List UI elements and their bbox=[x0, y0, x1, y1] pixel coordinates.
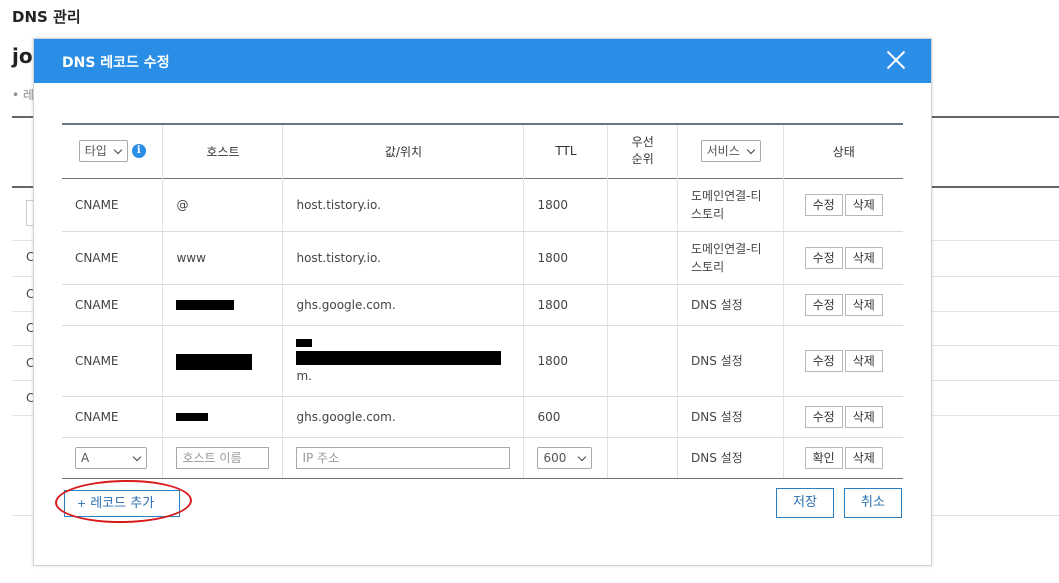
confirm-button[interactable]: 확인 bbox=[804, 446, 843, 469]
page-bullet: • 레 bbox=[12, 88, 34, 102]
delete-button[interactable]: 삭제 bbox=[844, 349, 883, 372]
redacted-host bbox=[176, 412, 209, 421]
ip-address-input[interactable]: IP 주소 bbox=[296, 446, 511, 469]
edit-button[interactable]: 수정 bbox=[804, 293, 843, 316]
service-filter-select[interactable]: 서비스 bbox=[700, 140, 761, 163]
record-value: m. bbox=[282, 325, 524, 397]
edit-button[interactable]: 수정 bbox=[804, 246, 843, 269]
add-record-label: 레코드 추가 bbox=[90, 496, 155, 511]
record-type: CNAME bbox=[62, 284, 163, 326]
record-host bbox=[162, 325, 283, 397]
cancel-button[interactable]: 취소 bbox=[844, 488, 902, 518]
redacted-value bbox=[296, 338, 313, 347]
new-record-value-cell: IP 주소 bbox=[282, 437, 524, 479]
record-actions: 수정 삭제 bbox=[783, 325, 903, 397]
dns-record-table: 타입 i 호스트 값/위치 TTL 우선 순위 서비스 상태 CNAME @ ho… bbox=[62, 123, 903, 479]
record-type: CNAME bbox=[62, 325, 163, 397]
edit-button[interactable]: 수정 bbox=[804, 349, 843, 372]
record-host: @ bbox=[162, 178, 283, 232]
table-header-row: 타입 i 호스트 값/위치 TTL 우선 순위 서비스 상태 bbox=[62, 124, 903, 178]
table-row: CNAME www host.tistory.io. 1800 도메인연결-티 … bbox=[62, 231, 903, 285]
domain-name: jo bbox=[12, 44, 33, 68]
host-name-input[interactable]: 호스트 이름 bbox=[176, 446, 270, 469]
record-actions: 수정 삭제 bbox=[783, 284, 903, 326]
record-actions: 수정 삭제 bbox=[783, 178, 903, 232]
column-type: 타입 i bbox=[62, 124, 163, 178]
new-record-type-cell: A bbox=[62, 437, 163, 479]
table-row: CNAME m. 1800 DNS 설정 수정 삭제 bbox=[62, 325, 903, 397]
record-type: CNAME bbox=[62, 178, 163, 232]
record-priority bbox=[607, 325, 678, 397]
new-record-row: A 호스트 이름 IP 주소 600 DNS 설정 확인 삭제 bbox=[62, 437, 903, 479]
record-service: DNS 설정 bbox=[676, 284, 784, 326]
type-filter-select[interactable]: 타입 bbox=[78, 140, 128, 163]
record-host: www bbox=[162, 231, 283, 285]
plus-icon: + bbox=[77, 497, 87, 510]
record-host bbox=[162, 396, 283, 438]
new-record-ttl-cell: 600 bbox=[523, 437, 608, 479]
record-type: CNAME bbox=[62, 231, 163, 285]
record-priority bbox=[607, 284, 678, 326]
record-value-tail: m. bbox=[296, 368, 312, 383]
edit-button[interactable]: 수정 bbox=[804, 193, 843, 216]
record-type: CNAME bbox=[62, 396, 163, 438]
table-row: CNAME @ host.tistory.io. 1800 도메인연결-티 스토… bbox=[62, 178, 903, 232]
save-button[interactable]: 저장 bbox=[776, 488, 834, 518]
record-actions: 확인 삭제 bbox=[783, 437, 903, 479]
record-service: 도메인연결-티 스토리 bbox=[676, 231, 784, 285]
record-value: ghs.google.com. bbox=[282, 284, 524, 326]
column-host: 호스트 bbox=[162, 124, 283, 178]
record-actions: 수정 삭제 bbox=[783, 396, 903, 438]
page-title: DNS 관리 bbox=[12, 8, 81, 26]
redacted-host bbox=[176, 299, 235, 310]
record-value: host.tistory.io. bbox=[282, 178, 524, 232]
record-ttl: 600 bbox=[523, 396, 608, 438]
column-priority: 우선 순위 bbox=[607, 124, 678, 178]
new-record-host-cell: 호스트 이름 bbox=[162, 437, 283, 479]
record-value: host.tistory.io. bbox=[282, 231, 524, 285]
dialog-title: DNS 레코드 수정 bbox=[62, 55, 170, 71]
column-status: 상태 bbox=[783, 124, 903, 178]
record-ttl: 1800 bbox=[523, 178, 608, 232]
column-ttl: TTL bbox=[523, 124, 608, 178]
record-actions: 수정 삭제 bbox=[783, 231, 903, 285]
redacted-host bbox=[176, 353, 253, 370]
table-row: CNAME ghs.google.com. 1800 DNS 설정 수정 삭제 bbox=[62, 284, 903, 326]
record-type-select[interactable]: A bbox=[75, 446, 147, 469]
redacted-value bbox=[296, 350, 502, 365]
ttl-select[interactable]: 600 bbox=[537, 446, 593, 469]
record-priority bbox=[607, 396, 678, 438]
new-record-priority-cell bbox=[607, 437, 678, 479]
delete-button[interactable]: 삭제 bbox=[844, 446, 883, 469]
info-icon[interactable]: i bbox=[131, 144, 146, 159]
add-record-button[interactable]: + 레코드 추가 bbox=[64, 490, 180, 517]
record-host bbox=[162, 284, 283, 326]
record-service: DNS 설정 bbox=[676, 437, 784, 479]
delete-button[interactable]: 삭제 bbox=[844, 293, 883, 316]
record-priority bbox=[607, 231, 678, 285]
record-ttl: 1800 bbox=[523, 231, 608, 285]
delete-button[interactable]: 삭제 bbox=[844, 405, 883, 428]
record-ttl: 1800 bbox=[523, 284, 608, 326]
record-service: DNS 설정 bbox=[676, 325, 784, 397]
record-ttl: 1800 bbox=[523, 325, 608, 397]
dns-record-edit-dialog: DNS 레코드 수정 타입 i 호스트 값/위치 TTL 우선 순위 서비스 상태 bbox=[33, 38, 932, 566]
column-value: 값/위치 bbox=[282, 124, 524, 178]
close-icon[interactable] bbox=[885, 49, 907, 71]
record-value: ghs.google.com. bbox=[282, 396, 524, 438]
column-service: 서비스 bbox=[676, 124, 784, 178]
table-row: CNAME ghs.google.com. 600 DNS 설정 수정 삭제 bbox=[62, 396, 903, 438]
edit-button[interactable]: 수정 bbox=[804, 405, 843, 428]
record-priority bbox=[607, 178, 678, 232]
dialog-header: DNS 레코드 수정 bbox=[34, 39, 931, 83]
delete-button[interactable]: 삭제 bbox=[844, 193, 883, 216]
record-service: 도메인연결-티 스토리 bbox=[676, 178, 784, 232]
delete-button[interactable]: 삭제 bbox=[844, 246, 883, 269]
record-service: DNS 설정 bbox=[676, 396, 784, 438]
